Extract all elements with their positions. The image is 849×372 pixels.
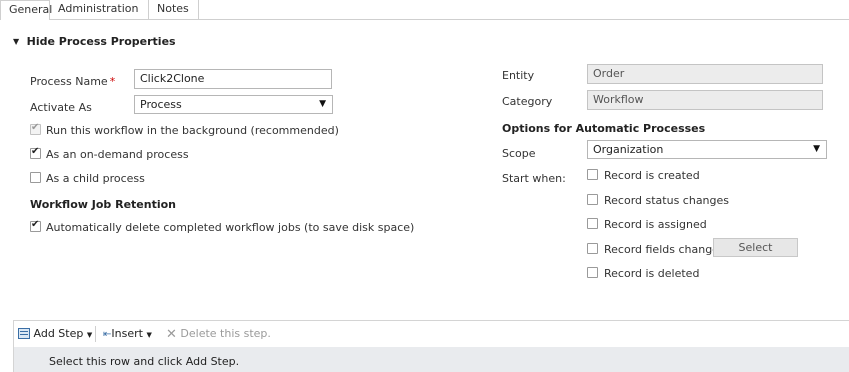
steps-hint: Select this row and click Add Step. bbox=[49, 355, 240, 368]
caret-down-icon: ▼ bbox=[146, 331, 152, 339]
process-name-text: Process Name bbox=[30, 75, 108, 88]
record-deleted-checkbox[interactable] bbox=[587, 267, 598, 278]
insert-label: Insert bbox=[111, 327, 143, 340]
activate-as-select[interactable]: Process ▼ bbox=[134, 95, 333, 114]
process-name-input[interactable]: Click2Clone bbox=[134, 69, 332, 89]
on-demand-label: As an on-demand process bbox=[46, 148, 189, 161]
scope-value: Organization bbox=[593, 143, 664, 156]
category-label: Category bbox=[502, 95, 553, 108]
required-asterisk: * bbox=[109, 75, 116, 88]
record-assigned-checkbox[interactable] bbox=[587, 218, 598, 229]
delete-step-label: Delete this step. bbox=[180, 327, 271, 340]
child-process-checkbox[interactable] bbox=[30, 172, 41, 183]
process-name-value: Click2Clone bbox=[140, 72, 205, 85]
record-created-label: Record is created bbox=[604, 169, 700, 182]
options-title: Options for Automatic Processes bbox=[502, 122, 706, 135]
activate-as-label: Activate As bbox=[30, 101, 92, 114]
steps-row[interactable]: Select this row and click Add Step. bbox=[13, 347, 849, 372]
record-assigned-label: Record is assigned bbox=[604, 218, 707, 231]
category-field: Workflow bbox=[587, 90, 823, 110]
toolbar-divider bbox=[95, 326, 96, 342]
select-button-label: Select bbox=[738, 241, 773, 254]
auto-delete-label: Automatically delete completed workflow … bbox=[46, 221, 415, 234]
child-process-label: As a child process bbox=[46, 172, 145, 185]
scope-select[interactable]: Organization ▼ bbox=[587, 140, 827, 159]
tab-general[interactable]: General bbox=[0, 0, 53, 20]
select-fields-button[interactable]: Select bbox=[713, 238, 798, 257]
entity-value: Order bbox=[593, 67, 625, 80]
activate-as-value: Process bbox=[140, 98, 182, 111]
scope-label: Scope bbox=[502, 147, 536, 160]
insert-button[interactable]: ⇤Insert ▼ bbox=[103, 327, 152, 342]
tab-notes[interactable]: Notes bbox=[149, 0, 199, 19]
tab-administration[interactable]: Administration bbox=[50, 0, 149, 19]
tab-administration-label: Administration bbox=[58, 2, 139, 15]
tab-bar: General Administration Notes bbox=[0, 0, 849, 20]
steps-toolbar: Add Step ▼ ⇤Insert ▼ ✕ Delete this step. bbox=[13, 320, 849, 347]
on-demand-checkbox[interactable] bbox=[30, 146, 41, 159]
delete-x-icon: ✕ bbox=[166, 327, 177, 342]
record-deleted-label: Record is deleted bbox=[604, 267, 700, 280]
tab-general-label: General bbox=[9, 3, 53, 16]
run-background-checkbox bbox=[30, 122, 41, 135]
start-when-label: Start when: bbox=[502, 172, 566, 185]
record-fields-checkbox[interactable] bbox=[587, 243, 598, 254]
caret-down-icon: ▼ bbox=[86, 331, 93, 339]
entity-label: Entity bbox=[502, 69, 535, 82]
retention-title: Workflow Job Retention bbox=[30, 198, 176, 211]
run-background-label: Run this workflow in the background (rec… bbox=[46, 124, 339, 137]
add-step-button[interactable]: Add Step ▼ bbox=[18, 327, 92, 342]
record-created-checkbox[interactable] bbox=[587, 169, 598, 180]
category-value: Workflow bbox=[593, 93, 644, 106]
section-toggle[interactable]: ▼ Hide Process Properties bbox=[13, 35, 176, 48]
chevron-down-icon: ▼ bbox=[813, 144, 820, 154]
collapse-triangle-icon[interactable]: ▼ bbox=[13, 37, 19, 46]
record-fields-label: Record fields change bbox=[604, 243, 719, 256]
tab-notes-label: Notes bbox=[157, 2, 189, 15]
entity-field: Order bbox=[587, 64, 823, 84]
process-name-label: Process Name * bbox=[30, 75, 115, 88]
record-status-label: Record status changes bbox=[604, 194, 730, 207]
delete-step-button[interactable]: ✕ Delete this step. bbox=[166, 327, 271, 342]
record-status-checkbox[interactable] bbox=[587, 194, 598, 205]
add-step-label: Add Step bbox=[33, 327, 84, 340]
auto-delete-checkbox[interactable] bbox=[30, 219, 41, 232]
section-title: Hide Process Properties bbox=[26, 35, 176, 48]
add-step-icon bbox=[18, 328, 30, 339]
chevron-down-icon: ▼ bbox=[319, 99, 326, 109]
